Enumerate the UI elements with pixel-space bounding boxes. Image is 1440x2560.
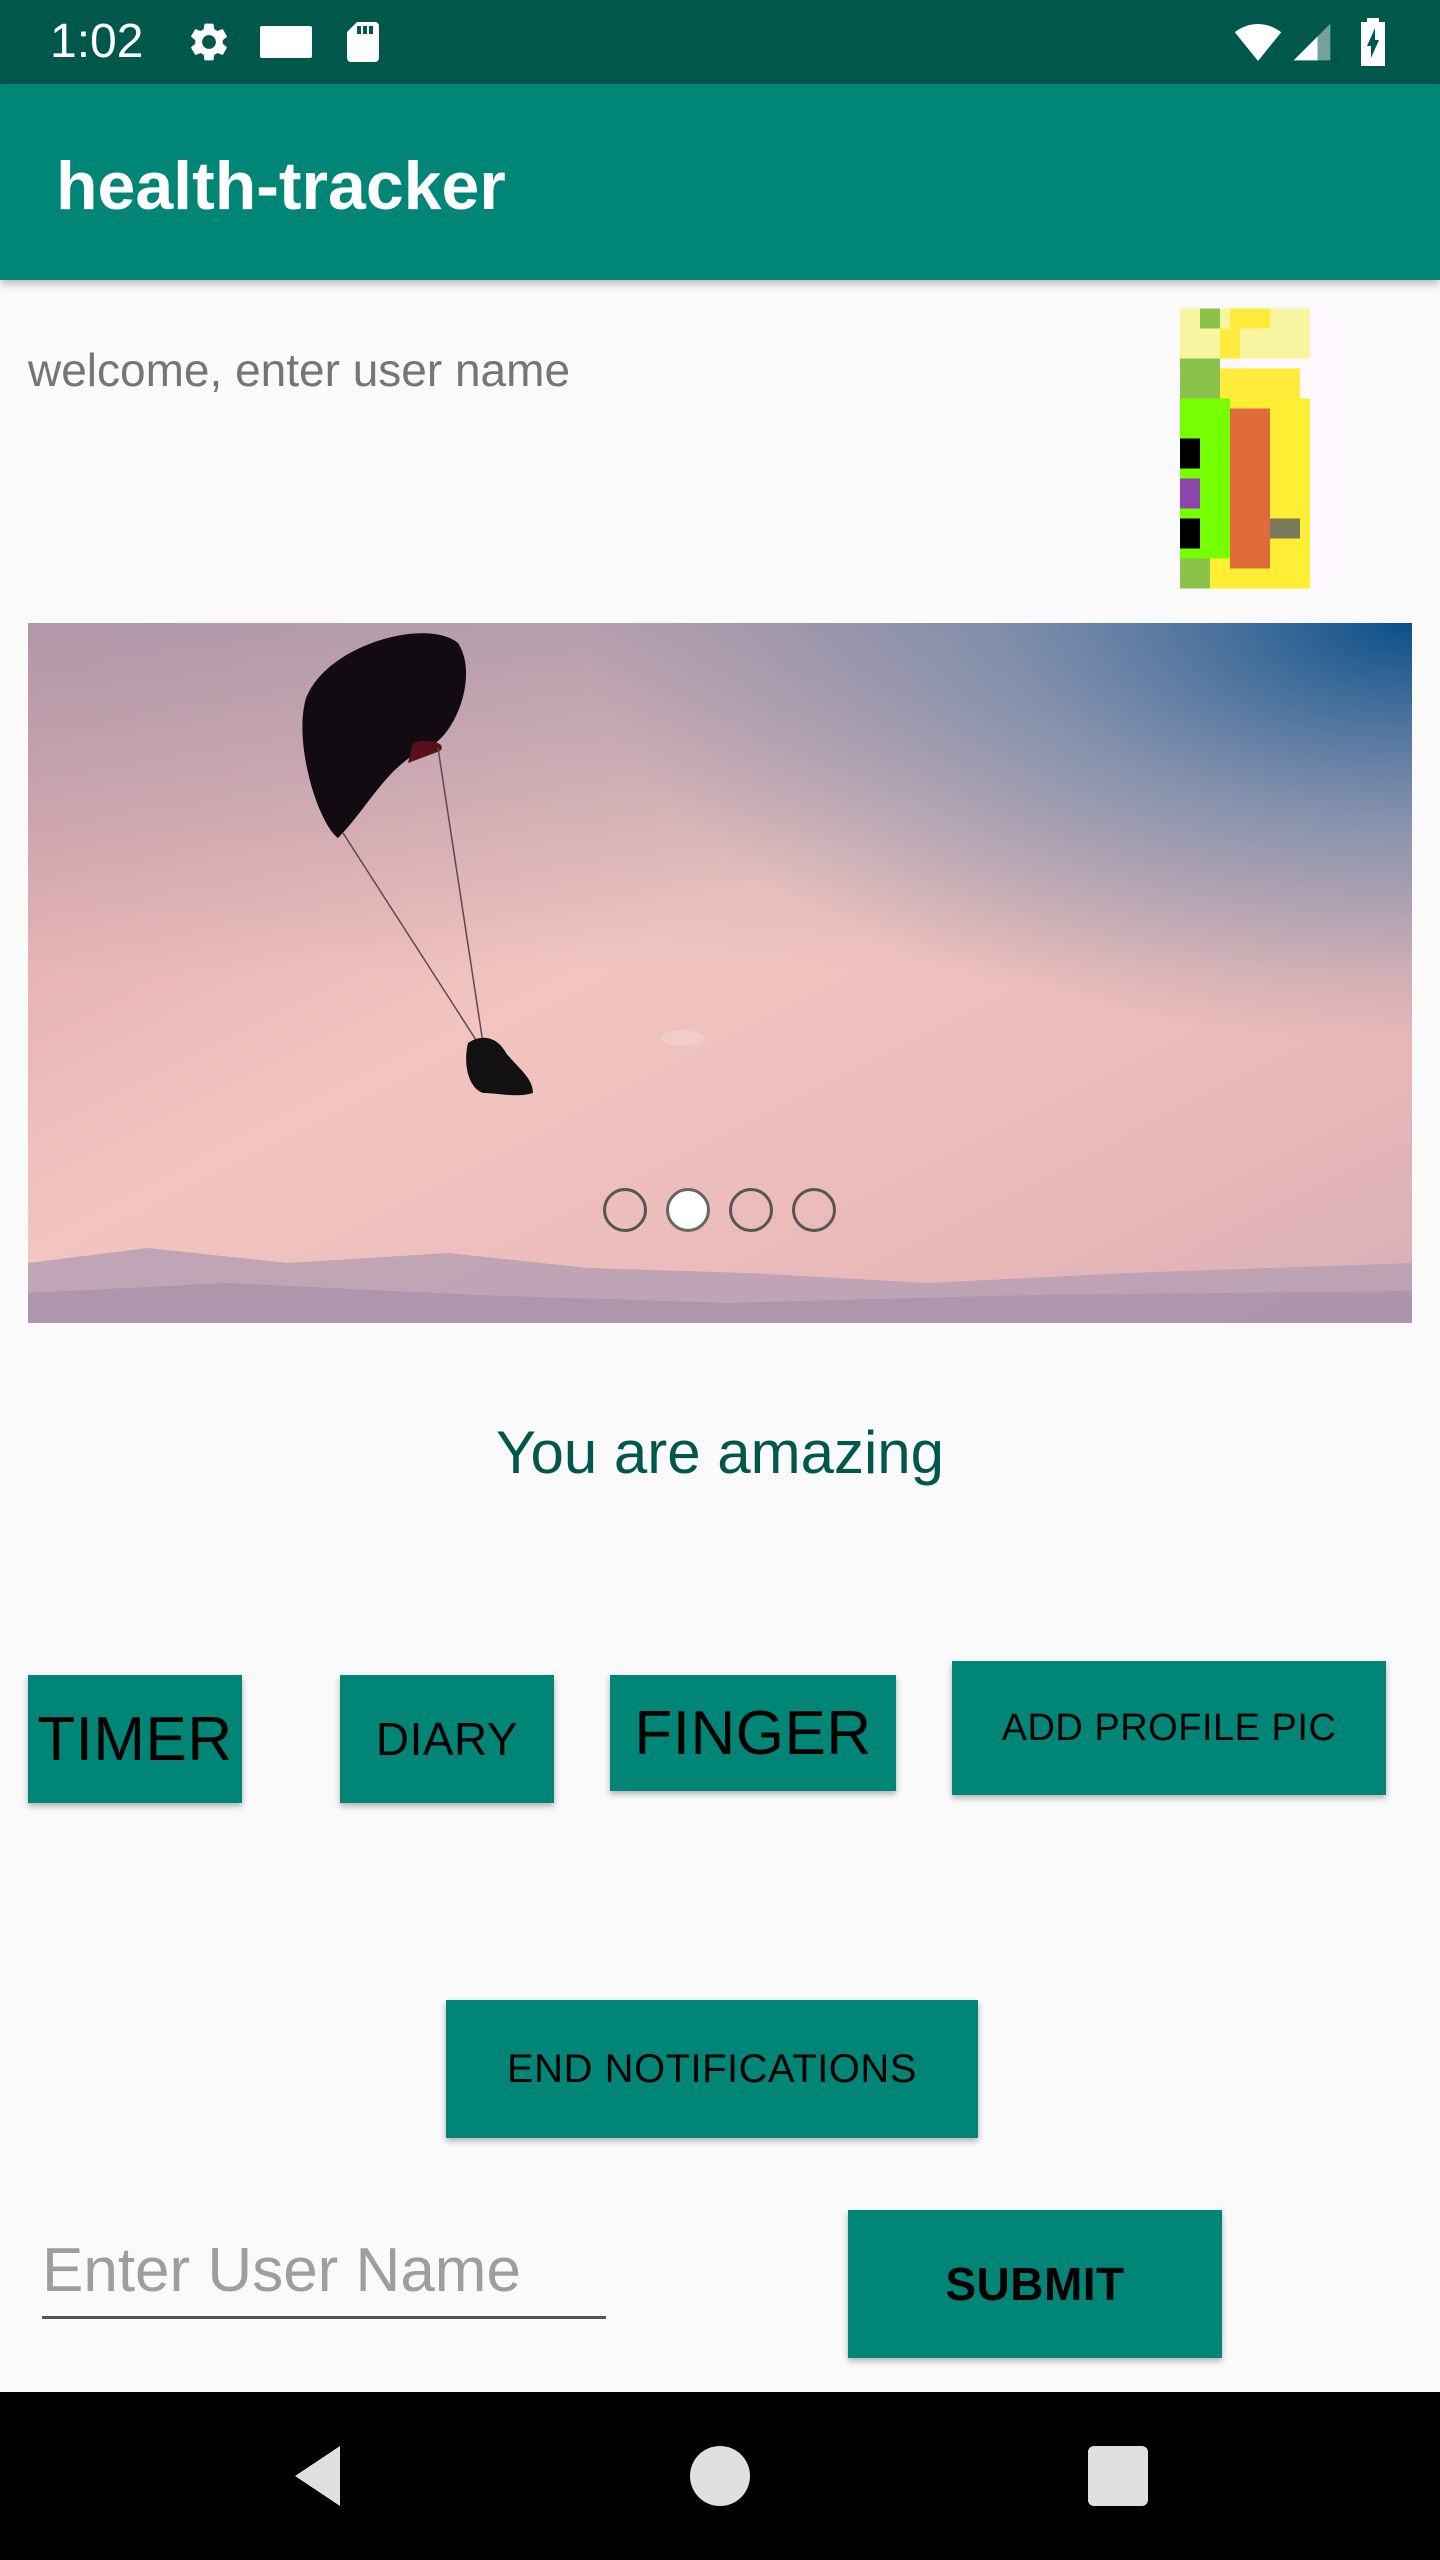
- cell-signal-icon: [1293, 23, 1331, 61]
- app-title: health-tracker: [56, 148, 506, 224]
- end-notifications-button[interactable]: END NOTIFICATIONS: [446, 2000, 978, 2138]
- image-carousel[interactable]: [28, 623, 1412, 1323]
- home-icon[interactable]: [684, 2440, 756, 2512]
- navigation-bar: [0, 2392, 1440, 2560]
- back-icon[interactable]: [283, 2440, 355, 2512]
- motivational-quote: You are amazing: [495, 1419, 945, 1486]
- recents-icon[interactable]: [1082, 2440, 1154, 2512]
- carousel-indicators: [28, 1186, 1412, 1236]
- username-input[interactable]: [42, 2225, 606, 2316]
- finger-button[interactable]: FINGER: [610, 1675, 896, 1791]
- notification-square-icon: [260, 26, 312, 58]
- status-bar: 1:02: [0, 0, 1440, 84]
- diary-button[interactable]: DIARY: [340, 1675, 554, 1803]
- wifi-icon: [1234, 24, 1282, 61]
- submit-button[interactable]: SUBMIT: [848, 2210, 1222, 2358]
- settings-icon: [191, 23, 227, 61]
- welcome-text: welcome, enter user name: [28, 344, 571, 396]
- carousel-dot[interactable]: [729, 1188, 773, 1232]
- username-field: [42, 2225, 606, 2319]
- app-bar: health-tracker: [0, 84, 1440, 280]
- sd-card-icon: [347, 22, 379, 62]
- carousel-dot-active[interactable]: [666, 1188, 710, 1232]
- screen: 1:02 health-tracker welcome, enter user …: [0, 0, 1440, 2560]
- avatar: [1180, 308, 1340, 589]
- timer-button[interactable]: TIMER: [28, 1675, 242, 1803]
- battery-charging-icon: [1361, 18, 1385, 66]
- carousel-dot[interactable]: [603, 1188, 647, 1232]
- carousel-dot[interactable]: [792, 1188, 836, 1232]
- status-time: 1:02: [50, 15, 144, 68]
- add-profile-pic-button[interactable]: ADD PROFILE PIC: [952, 1661, 1386, 1795]
